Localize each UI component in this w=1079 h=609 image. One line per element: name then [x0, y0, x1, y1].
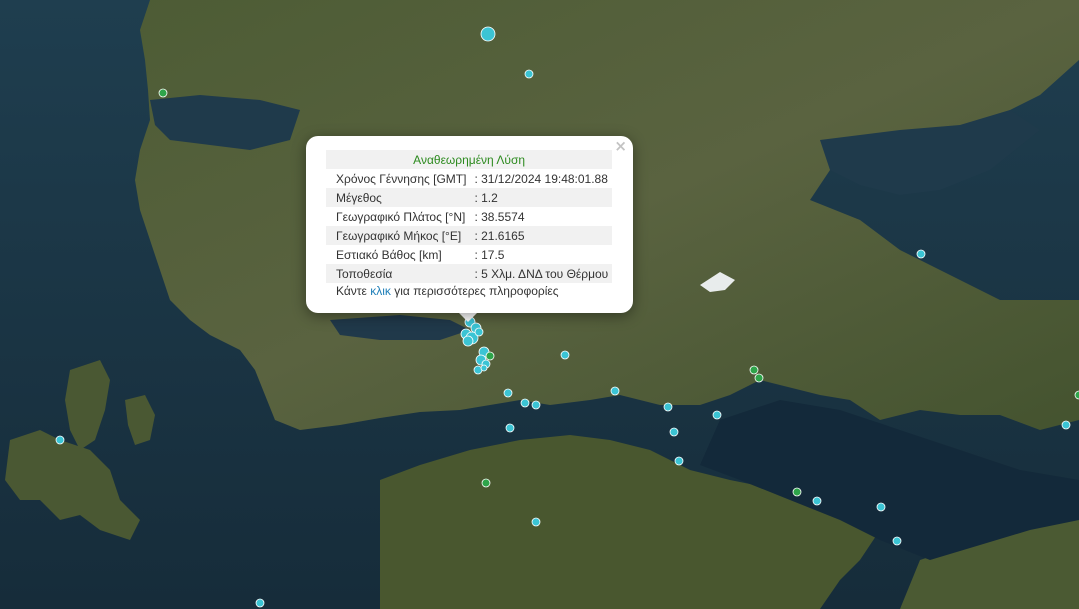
earthquake-marker[interactable] — [876, 502, 886, 512]
earthquake-marker[interactable] — [474, 327, 484, 337]
earthquake-popup: × Αναθεωρημένη Λύση Χρόνος Γέννησης [GMT… — [306, 136, 633, 313]
earthquake-marker[interactable] — [674, 456, 684, 466]
earthquake-marker[interactable] — [531, 400, 541, 410]
earthquake-marker[interactable] — [916, 249, 926, 259]
earthquake-marker[interactable] — [1061, 420, 1071, 430]
location-label: Τοποθεσία — [326, 264, 471, 283]
longitude-label: Γεωγραφικό Μήκος [°E] — [326, 226, 471, 245]
earthquake-marker[interactable] — [158, 88, 168, 98]
earthquake-marker[interactable] — [485, 351, 495, 361]
more-info-line: Κάντε κλικ για περισσότερες πληροφορίες — [336, 284, 559, 298]
earthquake-marker[interactable] — [503, 388, 513, 398]
earthquake-marker[interactable] — [669, 427, 679, 437]
earthquake-marker[interactable] — [505, 423, 515, 433]
earthquake-marker[interactable] — [749, 365, 759, 375]
latitude-label: Γεωγραφικό Πλάτος [°N] — [336, 209, 466, 224]
earthquake-marker[interactable] — [462, 335, 474, 347]
earthquake-marker[interactable] — [610, 386, 620, 396]
earthquake-marker[interactable] — [754, 373, 764, 383]
popup-tip — [458, 312, 478, 322]
depth-label: Εστιακό Βάθος [km] — [336, 247, 442, 262]
earthquake-marker[interactable] — [892, 536, 902, 546]
more-info-suffix: για περισσότερες πληροφορίες — [394, 284, 559, 298]
latitude-value: : 38.5574 — [474, 209, 525, 224]
earthquake-marker[interactable] — [55, 435, 65, 445]
earthquake-marker[interactable] — [480, 364, 488, 372]
earthquake-marker[interactable] — [560, 350, 570, 360]
earthquake-marker[interactable] — [531, 517, 541, 527]
earthquake-marker[interactable] — [524, 69, 534, 79]
magnitude-label: Μέγεθος — [326, 188, 471, 207]
earthquake-marker[interactable] — [520, 398, 530, 408]
magnitude-value: : 1.2 — [470, 188, 613, 207]
earthquake-marker[interactable] — [812, 496, 822, 506]
earthquake-marker[interactable] — [481, 478, 491, 488]
more-info-link[interactable]: κλικ — [370, 284, 391, 298]
earthquake-info-table: Αναθεωρημένη Λύση Χρόνος Γέννησης [GMT] … — [326, 150, 613, 283]
earthquake-marker[interactable] — [792, 487, 802, 497]
origin-time-value: : 31/12/2024 19:48:01.88 — [474, 171, 608, 186]
earthquake-marker[interactable] — [480, 26, 496, 42]
more-info-prefix: Κάντε — [336, 284, 367, 298]
earthquake-marker[interactable] — [712, 410, 722, 420]
depth-value: : 17.5 — [474, 247, 505, 262]
longitude-value: : 21.6165 — [470, 226, 613, 245]
earthquake-marker[interactable] — [663, 402, 673, 412]
location-value: : 5 Χλμ. ΔΝΔ του Θέρμου — [470, 264, 613, 283]
popup-title: Αναθεωρημένη Λύση — [326, 150, 613, 169]
origin-time-label: Χρόνος Γέννησης [GMT] — [336, 171, 467, 186]
earthquake-marker[interactable] — [255, 598, 265, 608]
close-icon[interactable]: × — [614, 139, 627, 154]
